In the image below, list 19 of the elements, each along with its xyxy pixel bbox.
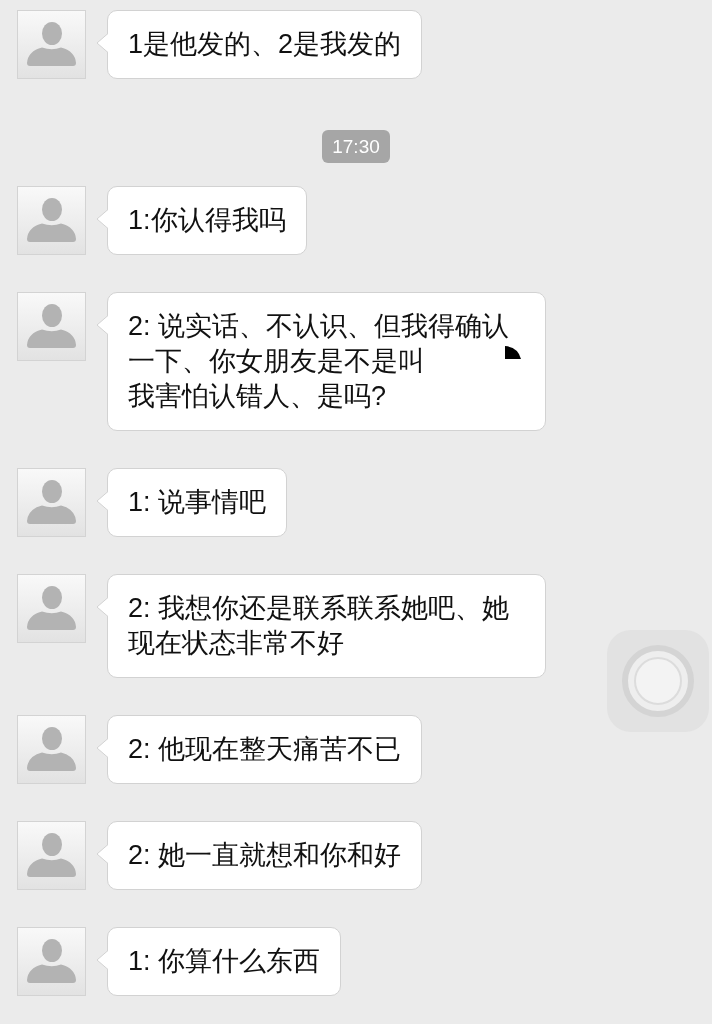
message-text: 2: 我想你还是联系联系她吧、她 现在状态非常不好 <box>128 592 511 660</box>
message-text: 1:你认得我吗 <box>128 204 286 237</box>
ring-icon <box>622 645 694 717</box>
avatar-icon <box>17 292 86 361</box>
message-text: 1: 你算什么东西 <box>128 945 321 978</box>
avatar-icon <box>17 927 86 996</box>
avatar-icon <box>17 468 86 537</box>
avatar-icon <box>17 186 86 255</box>
avatar-icon <box>17 821 86 890</box>
message-text: 2: 他现在整天痛苦不已 <box>128 733 402 766</box>
avatar-icon <box>17 574 86 643</box>
avatar-icon <box>17 10 86 79</box>
message-text: 2: 说实话、不认识、但我得确认 一下、你女朋友是不是叫 我害怕认错人、是吗? <box>128 310 511 413</box>
timestamp: 17:30 <box>322 130 390 163</box>
assistive-touch-button[interactable] <box>607 630 709 732</box>
message-text: 1: 说事情吧 <box>128 486 267 519</box>
avatar-icon <box>17 715 86 784</box>
message-text: 1是他发的、2是我发的 <box>128 28 402 61</box>
message-text: 2: 她一直就想和你和好 <box>128 839 402 872</box>
